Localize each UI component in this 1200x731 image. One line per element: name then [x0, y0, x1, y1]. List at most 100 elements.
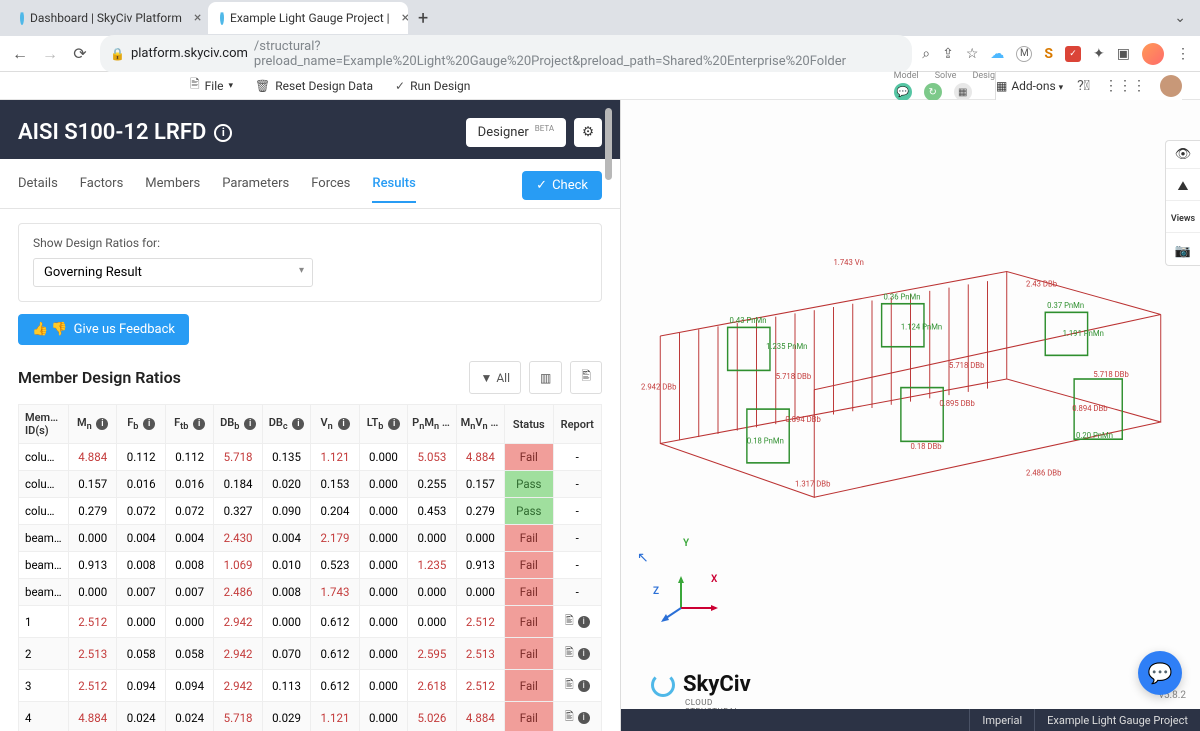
column-header[interactable]: Mn i	[69, 405, 117, 444]
search-icon[interactable]: ⌕	[922, 46, 930, 62]
info-icon[interactable]: i	[96, 418, 108, 430]
panel-icon[interactable]: ▣	[1117, 46, 1130, 62]
settings-button[interactable]: ⚙	[574, 118, 602, 147]
info-icon[interactable]: i	[244, 418, 256, 430]
governing-result-select[interactable]: Governing Result	[33, 258, 313, 287]
tab-parameters[interactable]: Parameters	[222, 176, 289, 203]
report-cell[interactable]: -	[553, 498, 601, 525]
report-icon[interactable]: 🖺	[565, 646, 574, 659]
column-header[interactable]: LTb i	[359, 405, 407, 444]
share-icon[interactable]: ⇪	[942, 46, 954, 62]
extensions-icon[interactable]: ✦	[1093, 46, 1105, 62]
close-icon[interactable]: ×	[402, 10, 408, 26]
check-button[interactable]: ✓ Check	[522, 171, 602, 200]
table-row[interactable]: beamx...0.0000.0040.0042.4300.0042.1790.…	[19, 525, 602, 552]
info-icon[interactable]: i	[388, 418, 400, 430]
m-icon[interactable]: M	[1016, 46, 1032, 62]
report-cell[interactable]: -	[553, 579, 601, 606]
info-icon[interactable]: i	[578, 616, 590, 628]
s-icon[interactable]: S	[1044, 46, 1053, 62]
project-name[interactable]: Example Light Gauge Project	[1034, 709, 1200, 731]
tab-results[interactable]: Results	[372, 176, 415, 203]
menu-icon[interactable]: ⋮	[1176, 46, 1190, 62]
model-viewport[interactable]: 👁 ⛰ Views 📷	[620, 100, 1200, 731]
report-cell[interactable]: 🖺i	[553, 638, 601, 670]
info-icon[interactable]: i	[193, 418, 205, 430]
camera-mode-icon[interactable]: ⛰	[1166, 173, 1200, 201]
reset-design-data[interactable]: 🗑Reset Design Data	[255, 79, 373, 93]
cloud-icon[interactable]: ☁	[990, 46, 1004, 62]
info-icon[interactable]: i	[214, 124, 232, 142]
scrollbar-thumb[interactable]	[605, 108, 612, 180]
table-row[interactable]: colum...0.1570.0160.0160.1840.0200.1530.…	[19, 471, 602, 498]
info-icon[interactable]: i	[292, 418, 304, 430]
column-header[interactable]: Status	[505, 405, 553, 444]
forward-icon[interactable]: →	[40, 44, 60, 64]
tab-forces[interactable]: Forces	[311, 176, 350, 203]
feedback-button[interactable]: 👍 👎 Give us Feedback	[18, 314, 189, 345]
new-tab-button[interactable]: +	[418, 8, 428, 29]
chevron-down-icon[interactable]: ⌄	[1174, 10, 1186, 26]
units-toggle[interactable]: Imperial	[969, 709, 1034, 731]
column-header[interactable]: Report	[553, 405, 601, 444]
report-icon[interactable]: 🖺	[565, 710, 574, 723]
report-icon[interactable]: 🖺	[565, 678, 574, 691]
reload-icon[interactable]: ⟳	[70, 44, 90, 63]
info-icon[interactable]: i	[143, 418, 155, 430]
tab-members[interactable]: Members	[145, 176, 200, 203]
profile-avatar-icon[interactable]	[1142, 43, 1164, 65]
info-icon[interactable]: i	[578, 712, 590, 724]
status-solve-icon[interactable]: ↻	[924, 83, 942, 101]
report-cell[interactable]: -	[553, 471, 601, 498]
column-header[interactable]: Ftb i	[165, 405, 213, 444]
column-header[interactable]: Vn i	[311, 405, 359, 444]
table-row[interactable]: beamx...0.0000.0070.0072.4860.0081.7430.…	[19, 579, 602, 606]
browser-tab-dashboard[interactable]: Dashboard | SkyCiv Platform ×	[8, 2, 208, 34]
star-icon[interactable]: ☆	[966, 46, 979, 62]
designer-button[interactable]: DesignerBETA	[466, 118, 566, 147]
table-row[interactable]: 22.5130.0580.0582.9420.0700.6120.0002.59…	[19, 638, 602, 670]
column-header[interactable]: PnMn i	[408, 405, 456, 444]
info-icon[interactable]: i	[578, 680, 590, 692]
status-design-icon[interactable]: ▦	[954, 83, 972, 101]
table-row[interactable]: colum...4.8840.1120.1125.7180.1351.1210.…	[19, 444, 602, 471]
info-icon[interactable]: i	[578, 648, 590, 660]
tab-factors[interactable]: Factors	[80, 176, 124, 203]
url-bar[interactable]: 🔒 platform.skyciv.com/structural?preload…	[100, 35, 912, 73]
info-icon[interactable]: i	[492, 418, 504, 430]
close-icon[interactable]: ×	[194, 10, 201, 26]
column-header[interactable]: Fb i	[117, 405, 165, 444]
table-row[interactable]: 44.8840.0240.0245.7180.0291.1210.0005.02…	[19, 702, 602, 731]
apps-grid-icon[interactable]: ⋮⋮⋮	[1104, 78, 1146, 94]
filter-all-button[interactable]: ▼ All	[469, 361, 521, 394]
report-cell[interactable]: -	[553, 525, 601, 552]
table-row[interactable]: 32.5120.0940.0942.9420.1130.6120.0002.61…	[19, 670, 602, 702]
browser-tab-project[interactable]: Example Light Gauge Project | ×	[208, 2, 408, 34]
column-header[interactable]: DBb i	[214, 405, 262, 444]
chat-button[interactable]: 💬	[1138, 651, 1182, 695]
column-header[interactable]: DBc i	[262, 405, 310, 444]
info-icon[interactable]: i	[444, 418, 456, 430]
report-cell[interactable]: 🖺i	[553, 702, 601, 731]
report-icon[interactable]: 🖺	[565, 614, 574, 627]
file-menu[interactable]: 🖹File ▾	[190, 75, 233, 96]
columns-button[interactable]: ▥	[529, 361, 562, 394]
table-row[interactable]: 12.5120.0000.0002.9420.0000.6120.0000.00…	[19, 606, 602, 638]
report-cell[interactable]: -	[553, 552, 601, 579]
column-header[interactable]: Memb...ID(s)	[19, 405, 69, 444]
addons-menu[interactable]: ▦Add-ons ▾	[996, 79, 1063, 93]
help-icon[interactable]: ?⃝	[1077, 78, 1090, 94]
status-model-icon[interactable]: 💬	[894, 83, 912, 101]
report-cell[interactable]: 🖺i	[553, 606, 601, 638]
views-button[interactable]: Views	[1166, 205, 1200, 233]
table-row[interactable]: colum...0.2790.0720.0720.3270.0900.2040.…	[19, 498, 602, 525]
report-cell[interactable]: -	[553, 444, 601, 471]
run-design[interactable]: ✓Run Design	[395, 79, 470, 93]
user-avatar[interactable]	[1160, 75, 1182, 97]
table-row[interactable]: beamx...0.9130.0080.0081.0690.0100.5230.…	[19, 552, 602, 579]
column-header[interactable]: MnVn i	[456, 405, 504, 444]
info-icon[interactable]: i	[338, 418, 350, 430]
export-button[interactable]: 🖺	[570, 361, 602, 394]
tab-details[interactable]: Details	[18, 176, 58, 203]
extension-badge-icon[interactable]: ✓	[1065, 46, 1081, 62]
